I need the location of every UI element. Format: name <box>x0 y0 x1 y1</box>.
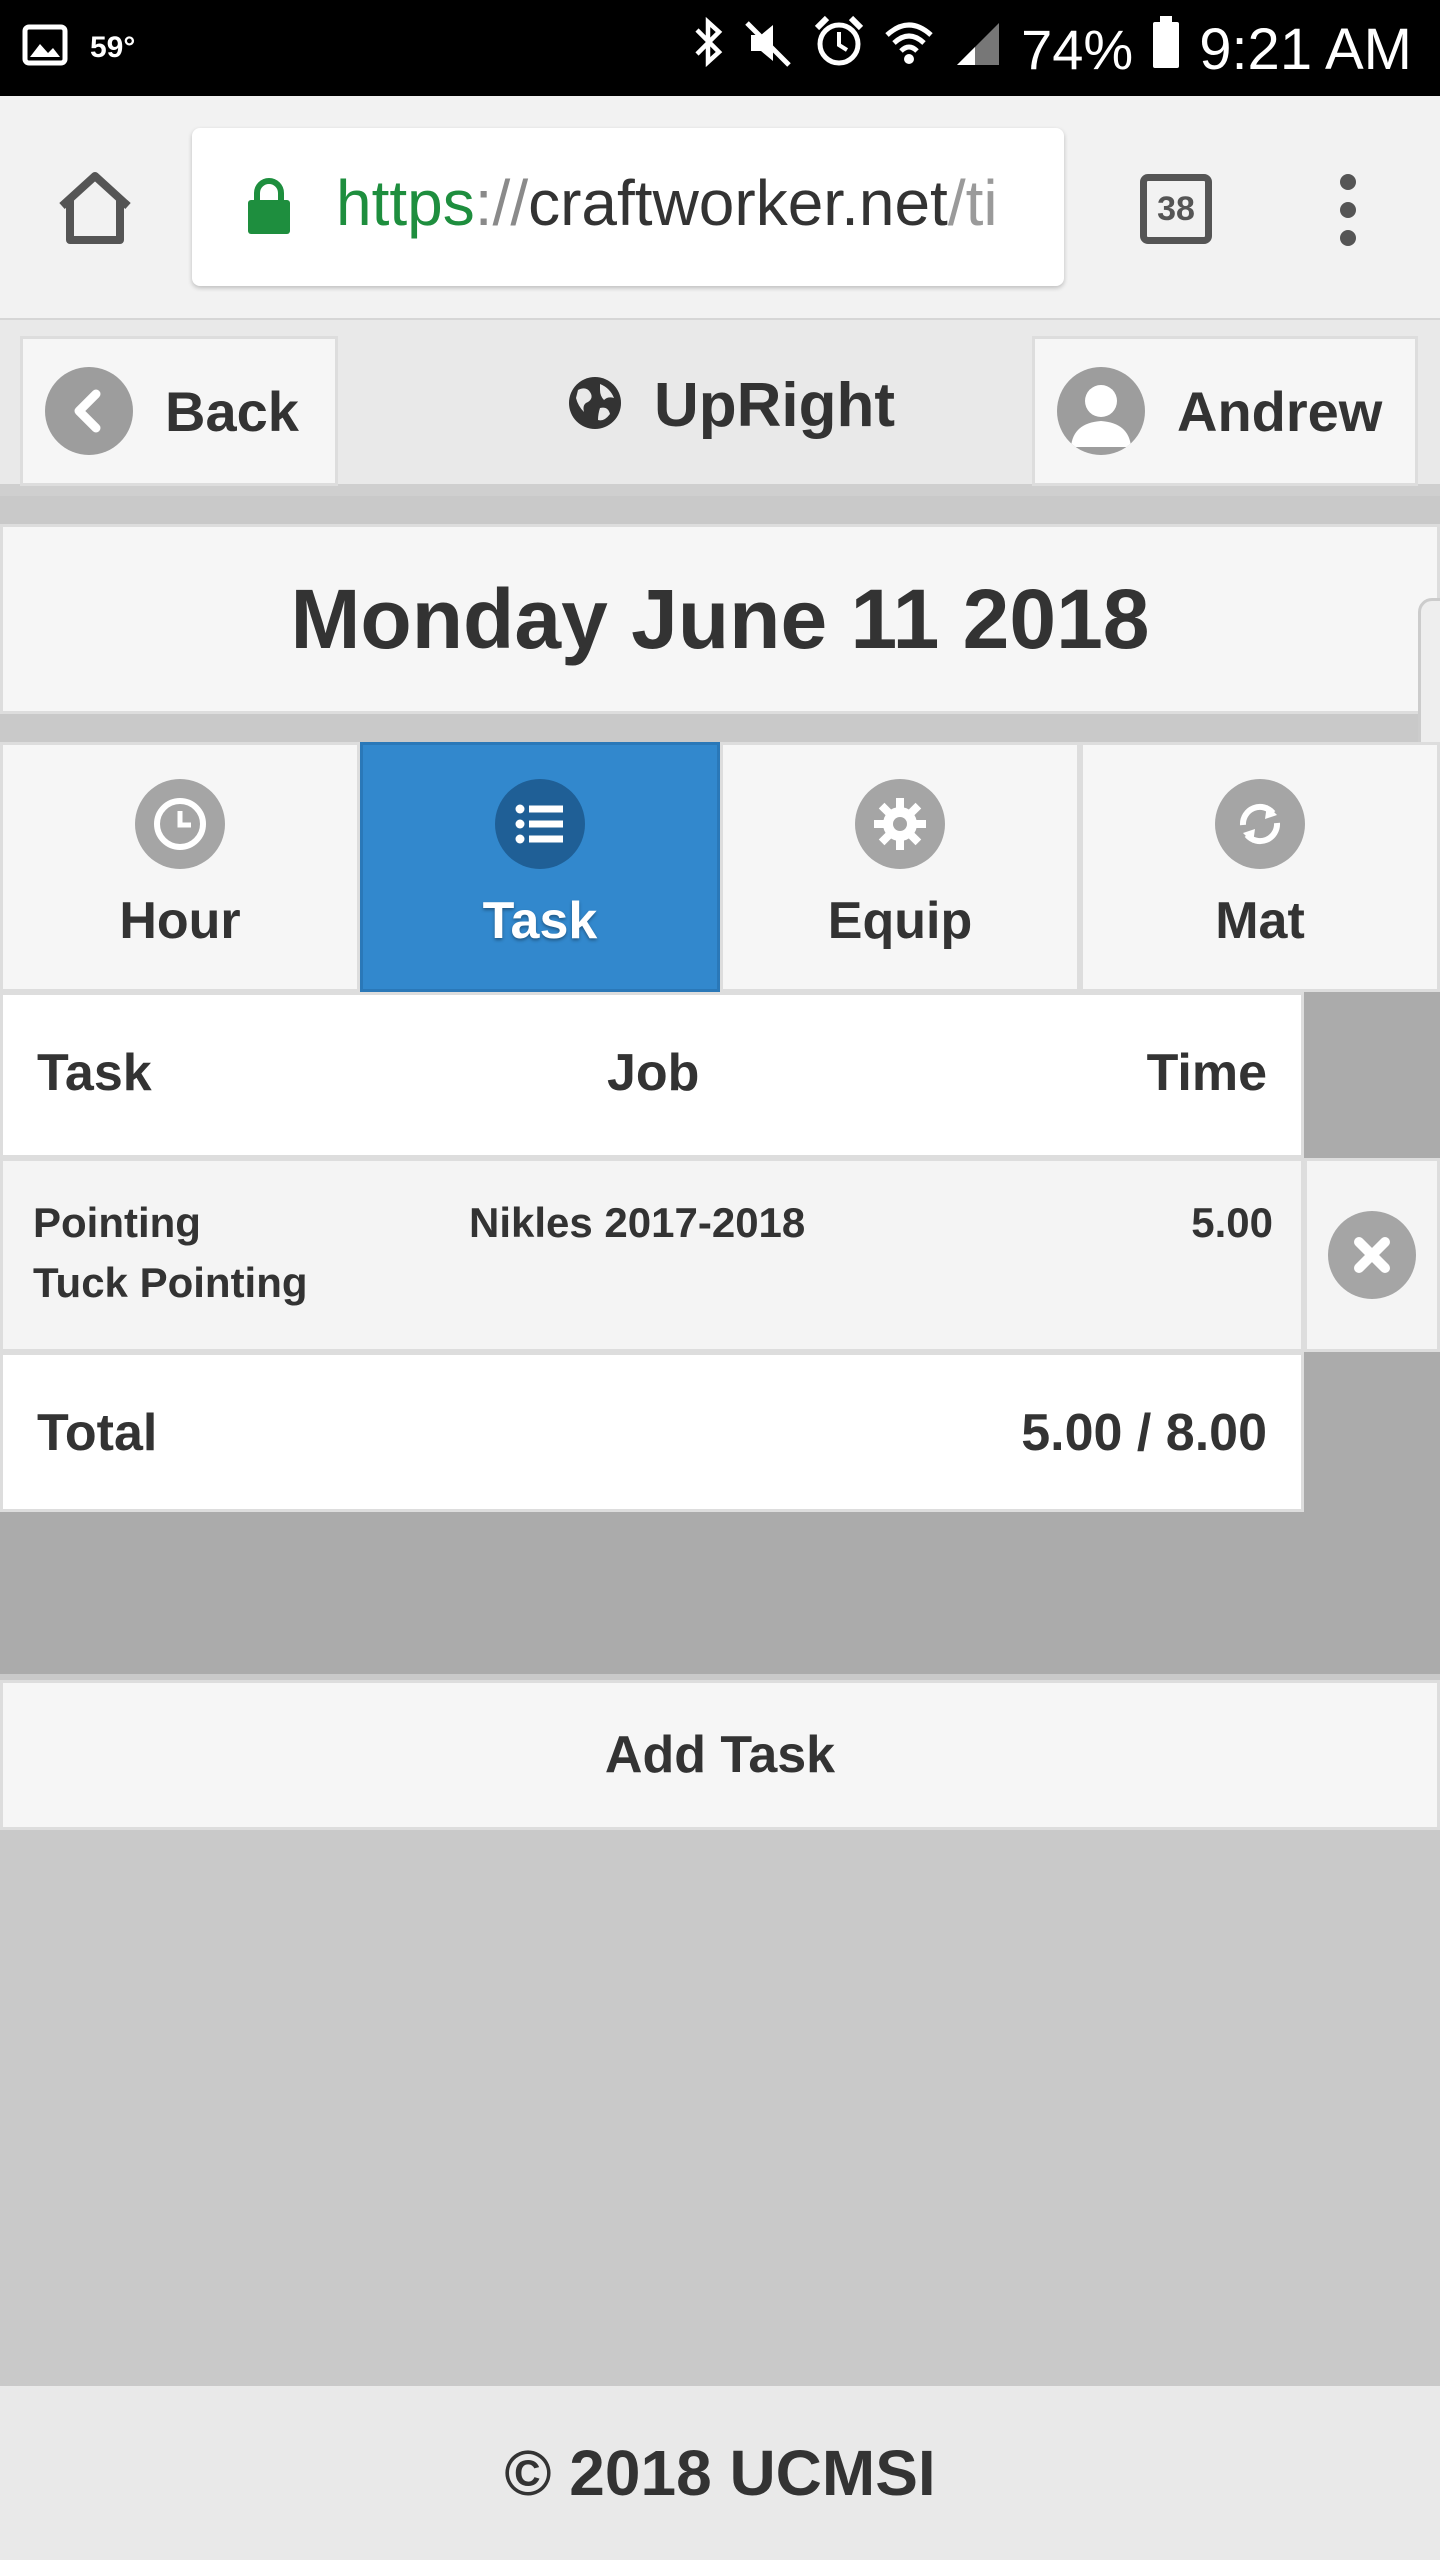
url-host: craftworker.net <box>528 167 948 239</box>
back-button[interactable]: Back <box>20 336 338 486</box>
tab-hour[interactable]: Hour <box>0 742 360 992</box>
header-job: Job <box>607 1044 700 1102</box>
gear-icon <box>855 779 945 869</box>
battery-icon <box>1151 14 1181 84</box>
lock-icon <box>246 176 292 236</box>
bluetooth-icon <box>691 14 725 84</box>
tab-label: Equip <box>827 892 973 950</box>
wifi-icon <box>883 16 935 83</box>
mute-icon <box>743 16 795 83</box>
footer-copyright: © 2018 UCMSI <box>0 2386 1440 2560</box>
url-text: https://craftworker.net/ti <box>336 166 998 240</box>
temperature: 59° <box>90 30 136 64</box>
task-name: Pointing <box>33 1199 201 1246</box>
job-name: Nikles 2017-2018 <box>469 1199 806 1246</box>
tab-label: Task <box>482 892 598 950</box>
signal-icon <box>953 16 1003 83</box>
total-label: Total <box>37 1404 158 1462</box>
gallery-icon <box>22 24 68 71</box>
alarm-icon <box>813 14 865 84</box>
close-icon <box>1328 1211 1416 1299</box>
task-subname: Tuck Pointing <box>33 1259 308 1306</box>
tab-label: Mat <box>1215 892 1305 950</box>
tab-mat[interactable]: Mat <box>1080 742 1440 992</box>
date-panel: Monday June 11 2018 <box>0 524 1440 714</box>
date-title: Monday June 11 2018 <box>290 571 1150 666</box>
url-path: /ti <box>947 167 998 239</box>
user-label: Andrew <box>1177 379 1383 443</box>
total-value: 5.00 / 8.00 <box>1021 1404 1267 1462</box>
section-tabs: Hour Task Equip Mat <box>0 742 1440 992</box>
status-left: 59° <box>22 24 135 71</box>
task-time: 5.00 <box>1191 1199 1273 1246</box>
refresh-icon <box>1215 779 1305 869</box>
chevron-left-icon <box>45 367 133 455</box>
tab-equip[interactable]: Equip <box>720 742 1080 992</box>
address-bar[interactable]: https://craftworker.net/ti <box>192 128 1064 286</box>
clock-time: 9:21 AM <box>1199 16 1412 82</box>
table-header-row: Task Job Time <box>0 992 1304 1158</box>
status-bar: 59° 74% 9:21 AM <box>0 0 1440 96</box>
list-icon <box>495 779 585 869</box>
tab-label: Hour <box>119 892 241 950</box>
user-button[interactable]: Andrew <box>1032 336 1418 486</box>
browser-toolbar: https://craftworker.net/ti 38 <box>0 96 1440 320</box>
add-task-button[interactable]: Add Task <box>0 1680 1440 1830</box>
status-right: 74% 9:21 AM <box>691 14 1412 84</box>
url-separator: :// <box>474 167 529 239</box>
user-avatar-icon <box>1057 367 1145 455</box>
tab-task[interactable]: Task <box>360 742 720 992</box>
globe-icon <box>566 374 624 437</box>
tab-switcher-button[interactable]: 38 <box>1140 174 1212 244</box>
table-row[interactable]: Pointing Tuck Pointing Nikles 2017-2018 … <box>0 1158 1304 1352</box>
brand: UpRight <box>566 370 895 441</box>
task-table: Task Job Time Pointing Tuck Pointing Nik… <box>0 992 1440 1674</box>
home-icon[interactable] <box>52 166 138 252</box>
url-scheme: https <box>336 167 475 239</box>
clock-icon <box>135 779 225 869</box>
table-total-row: Total 5.00 / 8.00 <box>0 1352 1304 1512</box>
battery-percent: 74% <box>1021 17 1134 81</box>
overflow-menu-icon[interactable] <box>1330 170 1366 250</box>
header-time: Time <box>1146 1044 1267 1102</box>
back-label: Back <box>165 379 299 443</box>
app-header: Back UpRight Andrew <box>0 320 1440 496</box>
brand-label: UpRight <box>654 371 896 440</box>
header-task: Task <box>37 1044 152 1102</box>
delete-task-button[interactable] <box>1304 1158 1440 1352</box>
